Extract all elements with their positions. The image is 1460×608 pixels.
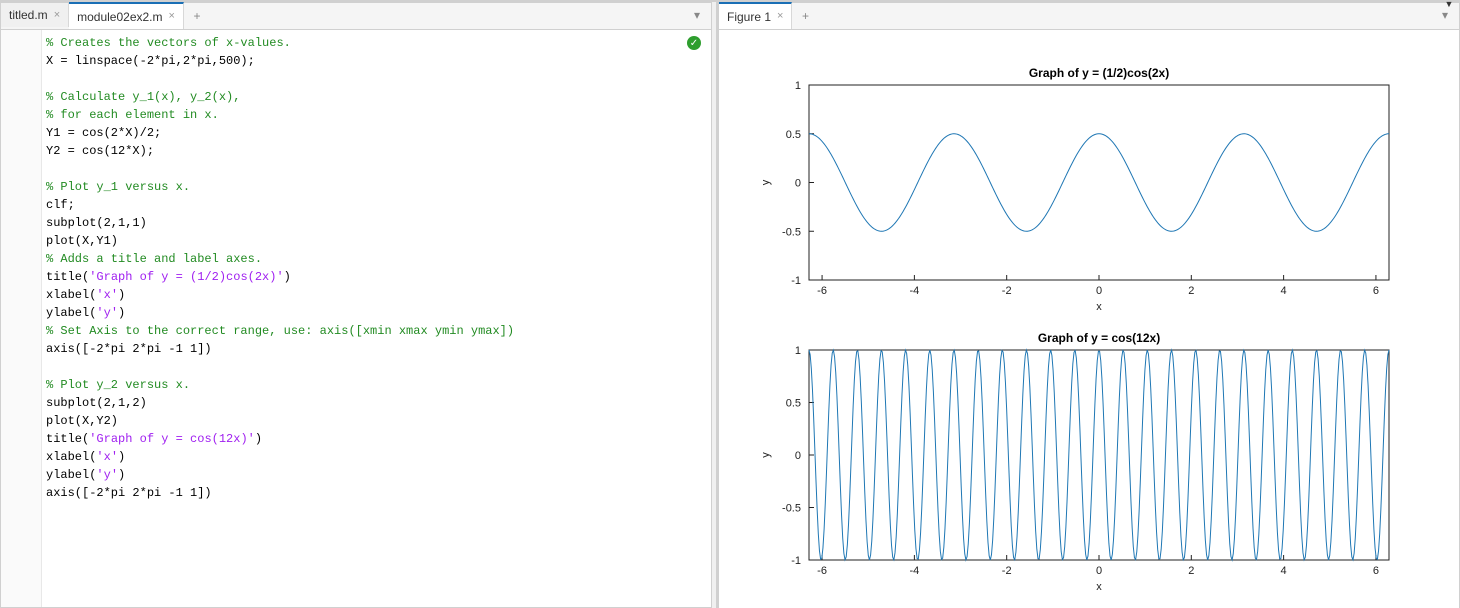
code-line: subplot(2,1,2) <box>46 394 711 412</box>
close-icon[interactable]: × <box>54 10 60 21</box>
xtick-label: -6 <box>817 285 827 297</box>
ytick-label: 0 <box>795 178 801 190</box>
figure-add-tab[interactable]: + <box>792 9 818 23</box>
figure-tabbar: Figure 1 × + ▾ <box>719 3 1459 30</box>
ylabel: y <box>760 452 772 458</box>
code-line <box>46 358 711 376</box>
code-line: Y2 = cos(12*X); <box>46 142 711 160</box>
code-line: subplot(2,1,1) <box>46 214 711 232</box>
tab-label: Figure 1 <box>727 10 771 24</box>
xtick-label: -4 <box>909 565 919 577</box>
ytick-label: 1 <box>795 80 801 92</box>
ytick-label: 1 <box>795 345 801 357</box>
ytick-label: -1 <box>791 275 801 287</box>
code-line: % Adds a title and label axes. <box>46 250 711 268</box>
ytick-label: -0.5 <box>782 503 801 515</box>
code-line: plot(X,Y1) <box>46 232 711 250</box>
tab-label: module02ex2.m <box>77 10 162 24</box>
ytick-label: 0.5 <box>786 129 801 141</box>
code-line: % Calculate y_1(x), y_2(x), <box>46 88 711 106</box>
code-line: Y1 = cos(2*X)/2; <box>46 124 711 142</box>
code-line: plot(X,Y2) <box>46 412 711 430</box>
editor-panel: titled.m × module02ex2.m × + ▾ % Creates th… <box>0 2 712 608</box>
code-line <box>46 70 711 88</box>
xtick-label: 2 <box>1188 285 1194 297</box>
code-line <box>46 160 711 178</box>
close-icon[interactable]: × <box>169 11 175 22</box>
window-dropdown-icon[interactable]: ▼ <box>1440 0 1458 10</box>
xtick-label: -2 <box>1002 285 1012 297</box>
root-split: titled.m × module02ex2.m × + ▾ % Creates th… <box>0 0 1460 608</box>
xtick-label: 0 <box>1096 565 1102 577</box>
xlabel: x <box>1096 581 1102 593</box>
code-line: % Creates the vectors of x-values. <box>46 34 711 52</box>
code-line: axis([-2*pi 2*pi -1 1]) <box>46 484 711 502</box>
editor-panel-menu-icon[interactable]: ▾ <box>689 7 705 23</box>
xtick-label: 0 <box>1096 285 1102 297</box>
ytick-label: 0.5 <box>786 398 801 410</box>
chart-title: Graph of y = cos(12x) <box>1038 331 1160 345</box>
ytick-label: -1 <box>791 555 801 567</box>
editor-gutter <box>1 30 42 607</box>
xtick-label: -6 <box>817 565 827 577</box>
xtick-label: -4 <box>909 285 919 297</box>
code-line: % Plot y_1 versus x. <box>46 178 711 196</box>
xtick-label: 4 <box>1281 285 1287 297</box>
code-line: title('Graph of y = cos(12x)') <box>46 430 711 448</box>
figure-panel: Figure 1 × + ▾ Graph of y = (1/2)cos(2x)… <box>718 2 1460 608</box>
code-line: ylabel('y') <box>46 304 711 322</box>
code-line: % Plot y_2 versus x. <box>46 376 711 394</box>
code-line: clf; <box>46 196 711 214</box>
code-line: % for each element in x. <box>46 106 711 124</box>
code-line: title('Graph of y = (1/2)cos(2x)') <box>46 268 711 286</box>
code-line: axis([-2*pi 2*pi -1 1]) <box>46 340 711 358</box>
xtick-label: 4 <box>1281 565 1287 577</box>
xtick-label: 2 <box>1188 565 1194 577</box>
code-line: xlabel('x') <box>46 448 711 466</box>
code-area[interactable]: % Creates the vectors of x-values.X = li… <box>42 30 711 607</box>
tab-figure-1[interactable]: Figure 1 × <box>719 2 792 29</box>
xlabel: x <box>1096 301 1102 313</box>
ylabel: y <box>760 179 772 185</box>
ytick-label: 0 <box>795 450 801 462</box>
ytick-label: -0.5 <box>782 226 801 238</box>
plot-line <box>809 350 1389 560</box>
subplot-2: Graph of y = cos(12x) -6 -4 -2 0 2 4 6 -1 -0.5 0 0.… <box>760 331 1389 593</box>
tab-label: titled.m <box>9 8 48 22</box>
code-line: xlabel('x') <box>46 286 711 304</box>
code-ok-icon: ✓ <box>687 36 701 50</box>
editor-tab-0[interactable]: titled.m × <box>1 3 69 27</box>
editor-tabbar: titled.m × module02ex2.m × + ▾ <box>1 3 711 30</box>
xtick-label: 6 <box>1373 565 1379 577</box>
subplot-1: Graph of y = (1/2)cos(2x) -6 -4 -2 0 2 4 6 -1 -0.… <box>760 66 1389 313</box>
editor-add-tab[interactable]: + <box>184 9 210 23</box>
figure-canvas: Graph of y = (1/2)cos(2x) -6 -4 -2 0 2 4 6 -1 -0.… <box>719 30 1459 608</box>
close-icon[interactable]: × <box>777 11 783 22</box>
xtick-label: -2 <box>1002 565 1012 577</box>
xtick-label: 6 <box>1373 285 1379 297</box>
editor-tab-1[interactable]: module02ex2.m × <box>69 2 184 29</box>
code-line: X = linspace(-2*pi,2*pi,500); <box>46 52 711 70</box>
editor-body: % Creates the vectors of x-values.X = li… <box>1 30 711 607</box>
code-line: % Set Axis to the correct range, use: ax… <box>46 322 711 340</box>
chart-title: Graph of y = (1/2)cos(2x) <box>1029 66 1169 80</box>
plot-line <box>809 134 1389 232</box>
code-line: ylabel('y') <box>46 466 711 484</box>
